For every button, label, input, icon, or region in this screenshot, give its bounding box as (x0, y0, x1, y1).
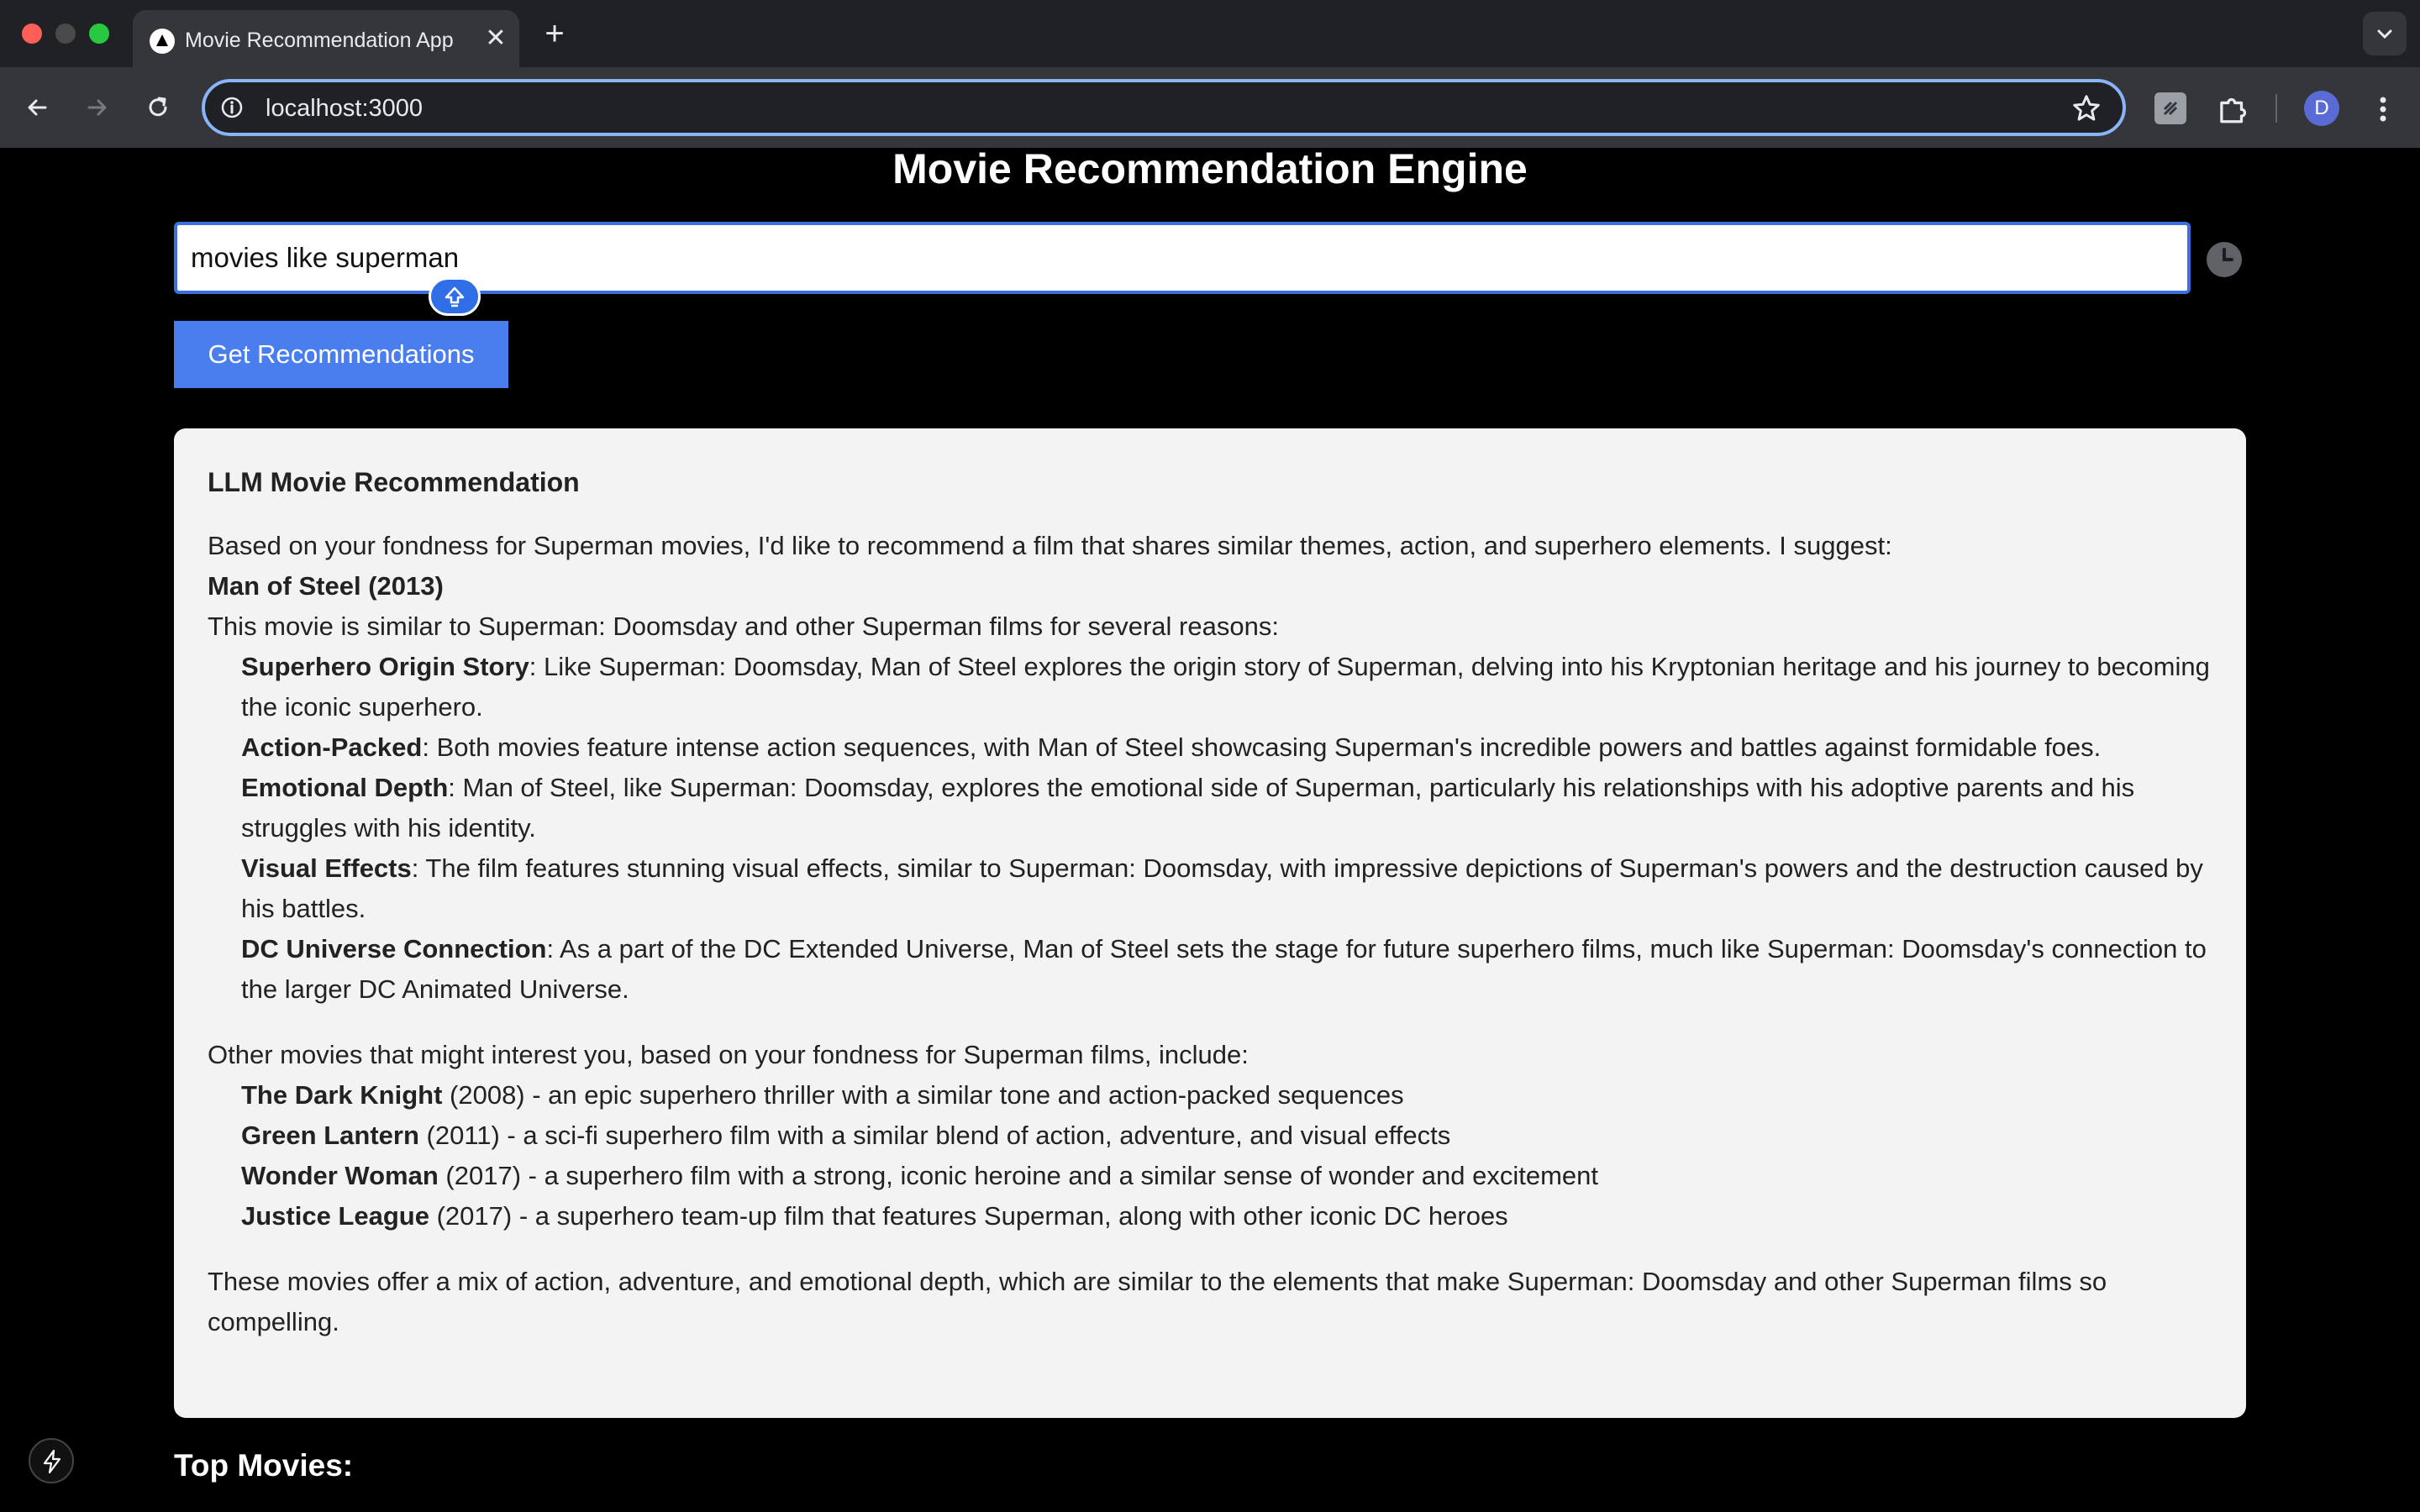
list-item: Wonder Woman (2017) - a superhero film w… (241, 1156, 2212, 1196)
caps-lock-indicator (429, 277, 481, 316)
dev-tools-button[interactable] (29, 1438, 74, 1483)
tab-search-button[interactable] (2363, 12, 2407, 55)
page-title: Movie Recommendation Engine (892, 145, 1528, 192)
reason-text: : The film features stunning visual effe… (241, 853, 2203, 923)
other-movies-list: The Dark Knight (2008) - an epic superhe… (208, 1075, 2212, 1236)
reasons-list: Superhero Origin Story: Like Superman: D… (208, 647, 2212, 1010)
reason-title: Emotional Depth (241, 773, 449, 802)
reason-title: Superhero Origin Story (241, 652, 529, 681)
movie-description: (2017) - a superhero team-up film that f… (429, 1201, 1508, 1231)
extension-logo-icon (2163, 101, 2178, 116)
list-item: Emotional Depth: Man of Steel, like Supe… (241, 768, 2212, 848)
reasons-intro: This movie is similar to Superman: Dooms… (208, 612, 1279, 641)
movie-title: Wonder Woman (241, 1161, 439, 1190)
tab-title: Movie Recommendation App (185, 29, 454, 52)
maximize-window-button[interactable] (89, 24, 109, 44)
list-item: Action-Packed: Both movies feature inten… (241, 727, 2212, 768)
history-clock-icon[interactable] (2205, 240, 2244, 279)
forward-button[interactable] (77, 87, 118, 128)
others-intro: Other movies that might interest you, ba… (208, 1040, 1249, 1069)
reload-button[interactable] (138, 87, 178, 128)
lightning-bolt-icon (43, 1449, 61, 1474)
shift-arrow-icon (445, 286, 465, 307)
reload-icon (149, 97, 167, 117)
extensions-puzzle-icon[interactable] (2215, 91, 2250, 126)
recommendation-card: LLM Movie Recommendation Based on your f… (174, 428, 2246, 1418)
movie-description: (2011) - a sci-fi superhero film with a … (418, 1121, 1451, 1150)
reason-text: : Man of Steel, like Superman: Doomsday,… (241, 773, 2135, 843)
browser-tab-bar: Movie Recommendation App ✕ + (0, 0, 2420, 67)
reason-text: : Like Superman: Doomsday, Man of Steel … (241, 652, 2210, 722)
reason-title: Action-Packed (241, 732, 423, 762)
extension-icon[interactable] (2154, 92, 2186, 124)
movie-title: Green Lantern (241, 1121, 419, 1150)
recommended-movie: Man of Steel (2013) (208, 571, 444, 601)
list-item: The Dark Knight (2008) - an epic superhe… (241, 1075, 2212, 1116)
address-bar[interactable]: localhost:3000 (202, 79, 2126, 136)
tab-close-icon[interactable]: ✕ (481, 24, 511, 54)
close-window-button[interactable] (22, 24, 42, 44)
movie-description: (2008) - an epic superhero thriller with… (442, 1080, 1404, 1110)
profile-avatar[interactable]: D (2304, 91, 2339, 126)
top-movies-heading: Top Movies: (174, 1448, 354, 1483)
reason-title: DC Universe Connection (241, 934, 547, 963)
arrow-left-icon (28, 99, 47, 116)
site-info-icon[interactable] (218, 94, 245, 121)
intro-text: Based on your fondness for Superman movi… (208, 531, 1892, 560)
chevron-down-icon (2377, 29, 2392, 39)
arrow-right-icon (87, 99, 107, 116)
app-favicon-icon (150, 29, 175, 54)
card-heading: LLM Movie Recommendation (208, 467, 580, 497)
movie-title: The Dark Knight (241, 1080, 443, 1110)
more-menu-icon[interactable] (2368, 92, 2398, 126)
movie-title: Justice League (241, 1201, 429, 1231)
reason-text: : Both movies feature intense action seq… (422, 732, 2102, 762)
reason-title: Visual Effects (241, 853, 412, 883)
list-item: Justice League (2017) - a superhero team… (241, 1196, 2212, 1236)
toolbar-divider (2275, 94, 2277, 123)
list-item: Superhero Origin Story: Like Superman: D… (241, 647, 2212, 727)
list-item: Visual Effects: The film features stunni… (241, 848, 2212, 929)
get-recommendations-button[interactable]: Get Recommendations (174, 321, 508, 388)
conclusion-text: These movies offer a mix of action, adve… (208, 1267, 2107, 1336)
new-tab-button[interactable]: + (538, 17, 571, 50)
bookmark-star-icon[interactable] (2070, 92, 2102, 124)
query-input[interactable] (174, 222, 2191, 294)
browser-tab-active[interactable]: Movie Recommendation App ✕ (133, 10, 519, 67)
minimize-window-button[interactable] (55, 24, 76, 44)
url-text[interactable]: localhost:3000 (266, 95, 423, 123)
browser-toolbar: localhost:3000 D (0, 67, 2420, 148)
movie-description: (2017) - a superhero film with a strong,… (438, 1161, 1599, 1190)
page-content: Movie Recommendation Engine Get Recommen… (0, 148, 2420, 1512)
list-item: Green Lantern (2011) - a sci-fi superher… (241, 1116, 2212, 1156)
list-item: DC Universe Connection: As a part of the… (241, 929, 2212, 1010)
back-button[interactable] (17, 87, 57, 128)
